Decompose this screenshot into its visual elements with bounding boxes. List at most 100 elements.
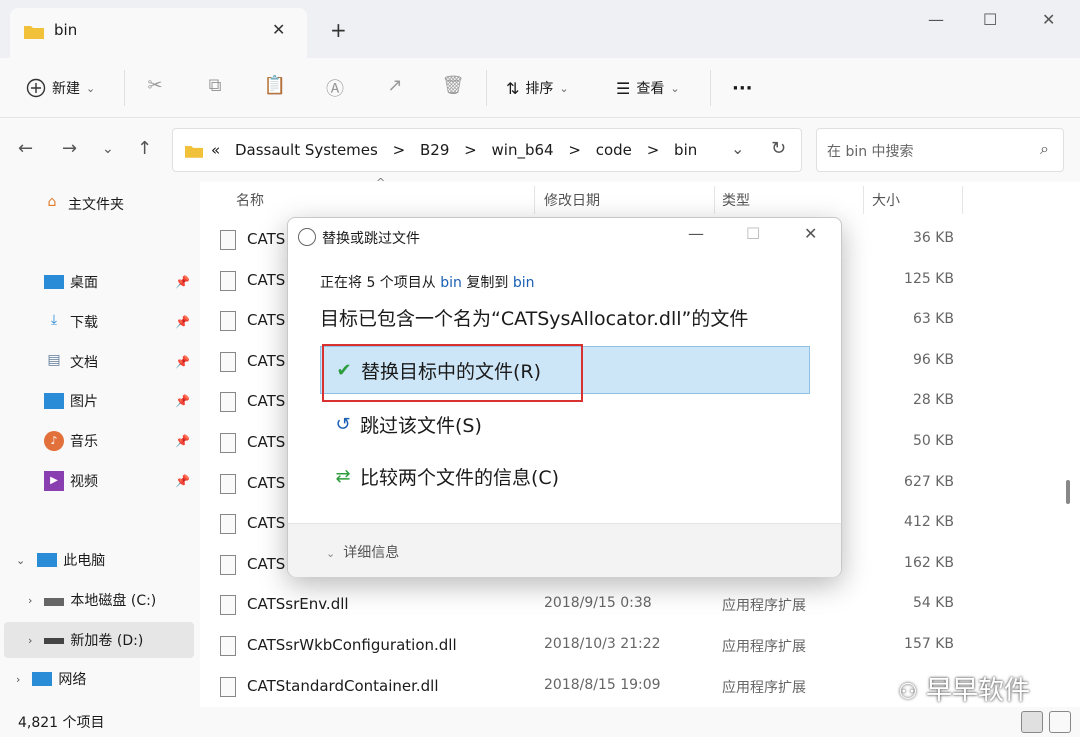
folder-icon (24, 26, 44, 39)
compare-option-button[interactable]: ⇄ 比较两个文件的信息(C) (320, 452, 810, 500)
file-name: CATSsrEnv.dll (247, 595, 349, 614)
copy-icon[interactable]: ⧉ (203, 75, 227, 99)
file-type: 应用程序扩展 (722, 639, 806, 655)
skip-option-button[interactable]: ↺ 跳过该文件(S) (320, 400, 810, 448)
file-date: 2018/10/3 21:22 (544, 636, 661, 652)
pin-icon[interactable]: 📌 (175, 434, 190, 448)
breadcrumb-item[interactable]: win_b64 (492, 141, 554, 159)
view-button[interactable]: ☰ 查看 ⌄ (616, 74, 680, 102)
sidebar-item-label: 音乐 (70, 434, 98, 450)
share-icon[interactable]: ↗ (383, 75, 407, 99)
sidebar-item-desktop[interactable]: 桌面 📌 (44, 264, 196, 300)
navigation-pane: ⌂ 主文件夹 桌面 📌 ⤓ 下载 📌 ▤ 文档 📌 图片 📌 ♪ 音乐 📌 ▶ … (0, 182, 200, 707)
delete-icon[interactable]: 🗑 (441, 75, 465, 99)
refresh-icon[interactable]: ↻ (771, 138, 786, 159)
tab-bin[interactable]: bin ✕ (10, 8, 307, 58)
new-button[interactable]: 新建 ⌄ (26, 74, 95, 102)
pin-icon[interactable]: 📌 (175, 474, 190, 488)
pin-icon[interactable]: 📌 (175, 315, 190, 329)
sidebar-item-documents[interactable]: ▤ 文档 📌 (44, 344, 196, 380)
tab-title: bin (54, 21, 78, 39)
column-divider[interactable] (714, 186, 715, 214)
dll-file-icon (220, 351, 236, 372)
column-header-type[interactable]: 类型 (722, 190, 750, 210)
table-row[interactable]: CATSsrWkbConfiguration.dll 2018/10/3 21:2… (220, 626, 1080, 666)
column-header-size[interactable]: 大小 (872, 190, 900, 210)
column-divider[interactable] (962, 186, 963, 214)
pin-icon[interactable]: 📌 (175, 355, 190, 369)
file-name: CATS (247, 270, 286, 289)
breadcrumb-item[interactable]: Dassault Systemes (235, 141, 378, 159)
paste-icon[interactable]: 📋 (263, 75, 287, 99)
desktop-icon (44, 275, 64, 289)
chevron-right-icon[interactable]: › (16, 673, 20, 686)
tiles-view-button[interactable] (1049, 711, 1071, 733)
sort-label: 排序 (525, 81, 554, 97)
sidebar-item-drive-c[interactable]: › 本地磁盘 (C:) (28, 582, 224, 618)
maximize-button[interactable]: ☐ (983, 10, 997, 29)
close-window-button[interactable]: ✕ (1042, 10, 1055, 29)
chevron-down-icon[interactable]: ⌄ (16, 554, 25, 567)
sort-button[interactable]: ⇅ 排序 ⌄ (506, 74, 569, 102)
breadcrumb-item[interactable]: B29 (420, 141, 449, 159)
details-view-button[interactable] (1021, 711, 1043, 733)
cut-icon[interactable]: ✂ (143, 75, 167, 99)
minimize-button[interactable]: — (928, 10, 944, 29)
dll-file-icon (220, 230, 236, 250)
file-name: CATS (247, 230, 286, 248)
sidebar-item-network[interactable]: › 网络 (16, 661, 212, 697)
up-arrow-icon[interactable]: ↑ (137, 138, 152, 159)
command-bar: 新建 ⌄ ✂ ⧉ 📋 Ⓐ ↗ 🗑 ⇅ 排序 ⌄ ☰ 查看 ⌄ ··· (0, 58, 1080, 118)
table-row[interactable]: CATSsrEnv.dll 2018/9/15 0:38 应用程序扩展 54 KB (220, 585, 1080, 625)
navigation-row: ← → ⌄ ↑ « Dassault Systemes > B29 > win_… (0, 118, 1080, 182)
address-dropdown-icon[interactable]: ⌄ (731, 139, 744, 158)
rename-icon[interactable]: Ⓐ (323, 75, 347, 100)
chevron-right-icon[interactable]: › (28, 634, 32, 647)
file-size: 157 KB (904, 636, 954, 652)
dll-file-icon (220, 595, 236, 616)
sidebar-item-label: 新加卷 (D:) (70, 633, 144, 649)
recent-chevron-icon[interactable]: ⌄ (102, 141, 114, 157)
pin-icon[interactable]: 📌 (175, 275, 190, 289)
minimize-button[interactable]: — (688, 224, 704, 243)
details-toggle[interactable]: ⌄ 详细信息 (326, 542, 399, 562)
sidebar-item-music[interactable]: ♪ 音乐 📌 (44, 423, 196, 459)
chevron-right-icon[interactable]: › (28, 594, 32, 607)
computer-icon (37, 553, 58, 567)
breadcrumb-item[interactable]: bin (674, 141, 697, 159)
toolbar-divider (486, 70, 487, 106)
close-tab-icon[interactable]: ✕ (272, 20, 285, 39)
more-options-button[interactable]: ··· (732, 74, 753, 102)
dll-file-icon (220, 270, 236, 291)
breadcrumb-item[interactable]: code (596, 141, 632, 159)
column-header-name[interactable]: 名称 (236, 190, 264, 210)
sidebar-item-downloads[interactable]: ⤓ 下载 📌 (44, 304, 196, 340)
scrollbar-thumb[interactable] (1066, 480, 1070, 504)
column-divider[interactable] (863, 186, 864, 214)
forward-arrow-icon[interactable]: → (62, 138, 77, 159)
close-dialog-button[interactable]: ✕ (804, 224, 817, 243)
column-divider[interactable] (534, 186, 535, 214)
address-bar[interactable]: « Dassault Systemes > B29 > win_b64 > co… (172, 128, 802, 172)
file-size: 627 KB (904, 473, 954, 490)
sidebar-item-pictures[interactable]: 图片 📌 (44, 383, 196, 419)
folder-icon (185, 146, 203, 158)
breadcrumb-overflow[interactable]: « (211, 141, 220, 159)
search-box[interactable]: 在 bin 中搜索 ⌕ (816, 128, 1064, 172)
new-tab-button[interactable]: + (330, 18, 347, 42)
sidebar-item-videos[interactable]: ▶ 视频 📌 (44, 463, 196, 499)
sidebar-item-this-pc[interactable]: ⌄ 此电脑 (16, 542, 212, 578)
source-folder-link[interactable]: bin (440, 275, 462, 291)
skip-option-label: 跳过该文件(S) (360, 414, 482, 437)
back-arrow-icon[interactable]: ← (18, 138, 33, 159)
details-label: 详细信息 (343, 545, 400, 561)
document-icon: ▤ (47, 352, 61, 368)
file-size: 36 KB (912, 230, 954, 246)
search-input[interactable]: 在 bin 中搜索 (827, 141, 914, 161)
column-header-date[interactable]: 修改日期 (544, 190, 600, 210)
pin-icon[interactable]: 📌 (175, 394, 190, 408)
destination-folder-link[interactable]: bin (513, 275, 535, 291)
replace-or-skip-dialog: 替换或跳过文件 — ☐ ✕ 正在将 5 个项目从 bin 复制到 bin 目标已… (287, 217, 842, 577)
sidebar-item-drive-d[interactable]: › 新加卷 (D:) (4, 622, 194, 658)
breadcrumb-separator: > (464, 141, 477, 159)
